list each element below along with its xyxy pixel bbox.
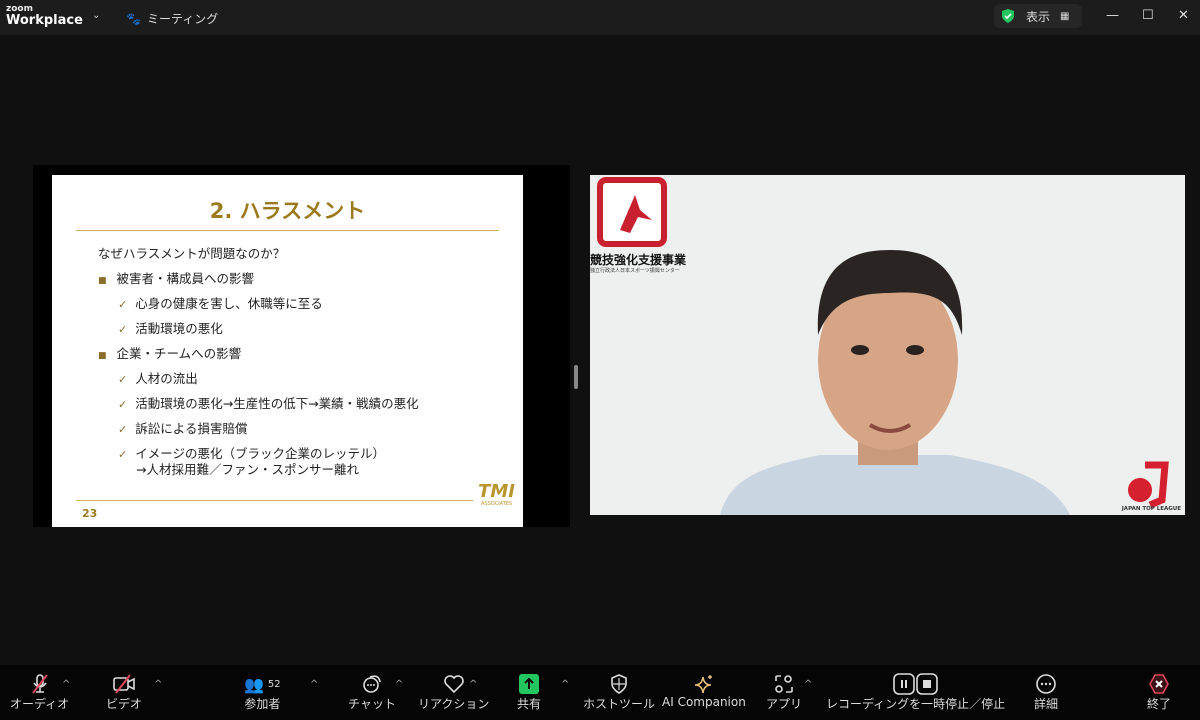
video-off-icon (113, 674, 135, 694)
resize-handle[interactable] (574, 365, 578, 389)
title-divider (76, 230, 499, 231)
check-icon: ✓ (118, 323, 128, 336)
reactions-label: リアクション (418, 697, 490, 711)
more-button[interactable]: 詳細 (1034, 673, 1058, 712)
check-icon: ✓ (118, 373, 128, 386)
audio-options-caret[interactable]: ^ (62, 679, 70, 690)
square-bullet-icon: ■ (98, 351, 107, 361)
more-icon (1036, 674, 1056, 694)
title-bar: zoom Workplace ⌄ 🐾 ミーティング 表示 ▦ — ☐ ✕ (0, 0, 1200, 35)
item-text: 人材の流出 (135, 371, 198, 386)
maximize-button[interactable]: ☐ (1142, 8, 1154, 23)
item-text: 活動環境の悪化→生産性の低下→業績・戦績の悪化 (135, 396, 419, 411)
share-button[interactable]: 共有 (517, 673, 541, 712)
heart-icon (443, 675, 464, 694)
apps-button[interactable]: アプリ (766, 673, 802, 712)
meeting-label: ミーティング (146, 12, 219, 26)
check-icon: ✓ (118, 423, 128, 436)
share-label: 共有 (517, 697, 542, 711)
banner-subtext: 独立行政法人日本スポーツ振興センター (590, 268, 680, 274)
chat-button[interactable]: チャット (348, 673, 396, 712)
grid-icon: ▦ (1060, 10, 1070, 22)
slide-question: なぜハラスメントが問題なのか？ (98, 246, 286, 261)
list-item: ✓ 活動環境の悪化→生産性の低下→業績・戦績の悪化 (118, 393, 419, 412)
slide-title: 2. ハラスメント (209, 199, 366, 223)
tmi-logo: TMI ASSOCIATES (478, 481, 515, 508)
chat-label: チャット (348, 697, 396, 711)
meeting-stage: 2. ハラスメント なぜハラスメントが問題なのか？ ■ 被害者・構成員への影響 ✓… (0, 35, 1200, 665)
apps-options-caret[interactable]: ^ (804, 679, 812, 690)
ai-companion-label: AI Companion (662, 695, 746, 709)
check-icon: ✓ (118, 298, 128, 311)
presentation-slide: 2. ハラスメント なぜハラスメントが問題なのか？ ■ 被害者・構成員への影響 ✓… (52, 175, 523, 527)
participants-button[interactable]: 👥 52 参加者 (244, 673, 281, 712)
heading-text: 企業・チームへの影響 (116, 346, 242, 361)
list-item: ✓ 心身の健康を害し、休職等に至る (118, 293, 323, 312)
recording-label: レコーディングを一時停止／停止 (826, 697, 1006, 711)
video-button[interactable]: ビデオ (106, 673, 142, 712)
apps-icon (775, 675, 793, 693)
meeting-info[interactable]: 🐾 ミーティング (126, 10, 218, 27)
logo-text: ASSOCIATES (481, 501, 513, 507)
shield-icon (611, 674, 627, 694)
video-options-caret[interactable]: ^ (154, 679, 162, 690)
paw-icon: 🐾 (126, 11, 141, 26)
list-item: ✓ 人材の流出 (118, 368, 198, 387)
participant-video: 競技強化支援事業 独立行政法人日本スポーツ振興センター JAPAN TOP LE… (590, 175, 1185, 515)
close-button[interactable]: ✕ (1178, 8, 1189, 23)
view-button[interactable]: 表示 ▦ (994, 4, 1082, 28)
minimize-button[interactable]: — (1106, 8, 1119, 23)
end-x-icon (1149, 674, 1169, 694)
recording-controls[interactable]: レコーディングを一時停止／停止 (826, 673, 1005, 712)
share-arrow-icon (519, 674, 539, 694)
host-tools-button[interactable]: ホストツール (583, 673, 655, 712)
audio-label: オーディオ (10, 697, 70, 711)
reactions-options-caret[interactable]: ^ (469, 679, 477, 690)
end-button[interactable]: 終了 (1147, 673, 1171, 712)
square-bullet-icon: ■ (98, 276, 107, 286)
speaker-video-frame (590, 175, 1185, 515)
more-label: 詳細 (1034, 697, 1059, 711)
participants-icon: 👥 (244, 674, 264, 694)
sparkle-icon (694, 675, 712, 694)
shared-screen: 2. ハラスメント なぜハラスメントが問題なのか？ ■ 被害者・構成員への影響 ✓… (33, 165, 570, 527)
list-item-continuation: →人材採用難／ファン・スポンサー離れ (136, 462, 359, 477)
shield-check-icon (1002, 9, 1014, 23)
item-text: 心身の健康を害し、休職等に至る (135, 296, 323, 311)
participants-label: 参加者 (244, 697, 281, 711)
reactions-button[interactable]: リアクション (418, 673, 489, 712)
chevron-down-icon[interactable]: ⌄ (92, 10, 100, 21)
video-label: ビデオ (106, 697, 143, 711)
view-label: 表示 (1026, 9, 1051, 24)
footer-divider (76, 500, 473, 501)
section-heading: ■ 企業・チームへの影響 (98, 343, 241, 362)
end-label: 終了 (1147, 697, 1172, 711)
ai-companion-button[interactable]: AI Companion (662, 673, 746, 709)
audio-button[interactable]: オーディオ (10, 673, 69, 712)
participants-options-caret[interactable]: ^ (310, 679, 318, 690)
league-logo-text: JAPAN TOP LEAGUE (1121, 506, 1181, 512)
list-item: ✓ 訴訟による損害賠償 (118, 418, 247, 437)
meeting-toolbar: オーディオ ^ ビデオ ^ 👥 52 参加者 ^ チャット ^ リアクション ^ … (0, 665, 1200, 720)
pause-stop-icon (892, 673, 938, 695)
check-icon: ✓ (118, 398, 128, 411)
share-options-caret[interactable]: ^ (561, 679, 569, 690)
item-text: 訴訟による損害賠償 (135, 421, 248, 436)
heading-text: 被害者・構成員への影響 (116, 271, 255, 286)
zoom-logo: zoom Workplace (6, 5, 83, 28)
list-item: ✓ 活動環境の悪化 (118, 318, 223, 337)
logo-bottom: Workplace (6, 13, 83, 28)
page-number: 23 (82, 507, 98, 520)
chat-icon (363, 675, 381, 693)
host-tools-label: ホストツール (583, 697, 656, 711)
mic-muted-icon (31, 674, 48, 694)
banner-text: 競技強化支援事業 (590, 253, 687, 267)
item-text: 活動環境の悪化 (135, 321, 223, 336)
participant-count: 52 (267, 678, 281, 690)
apps-label: アプリ (766, 697, 803, 711)
section-heading: ■ 被害者・構成員への影響 (98, 268, 254, 287)
check-icon: ✓ (118, 448, 128, 461)
chat-options-caret[interactable]: ^ (395, 679, 403, 690)
